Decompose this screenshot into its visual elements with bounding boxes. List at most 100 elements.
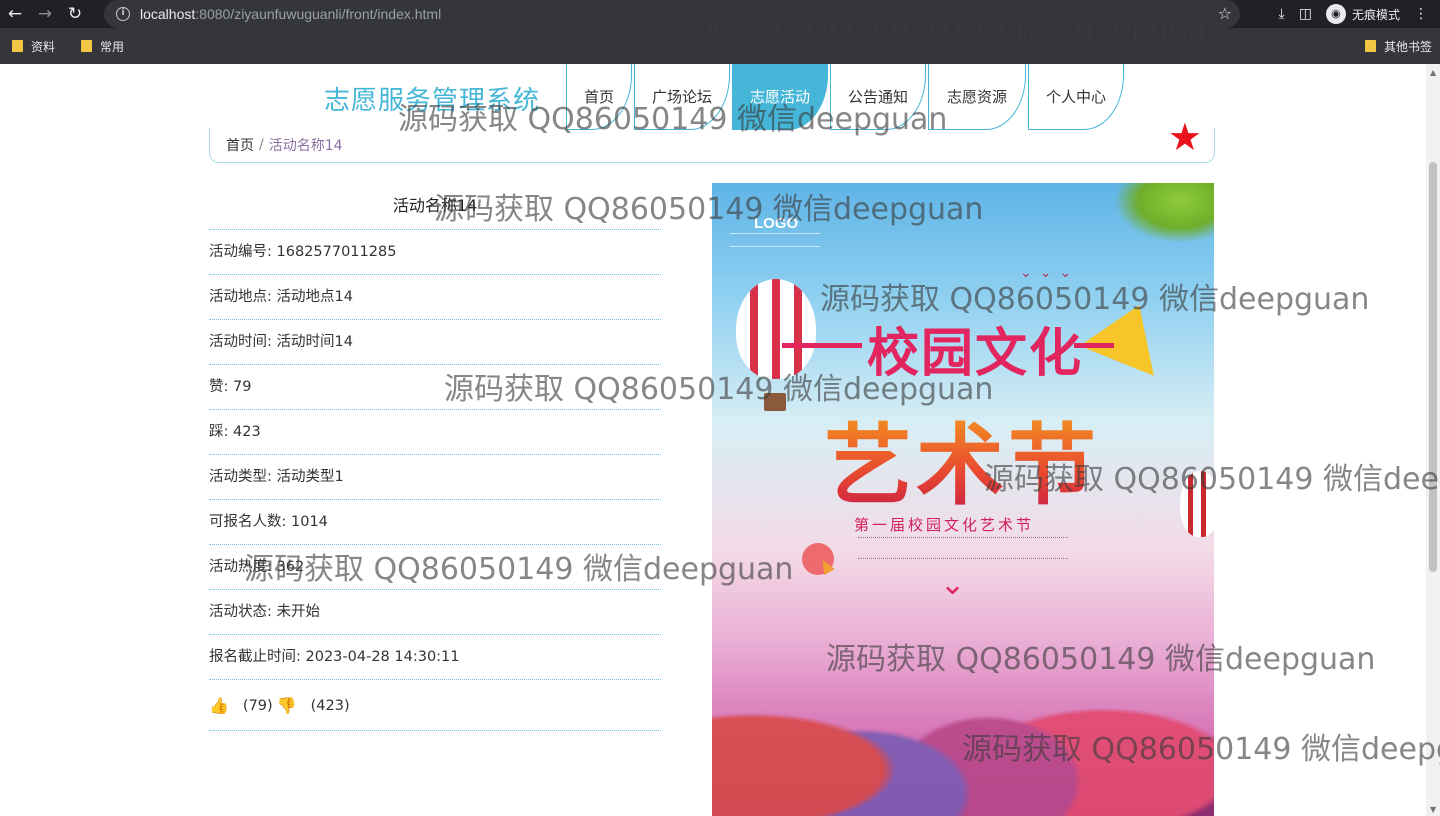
detail-row-status: 活动状态: 未开始 <box>209 590 661 635</box>
row-value: 1682577011285 <box>276 244 397 260</box>
incognito-icon: ◉ <box>1325 4 1346 24</box>
site-title: 志愿服务管理系统 <box>324 86 541 116</box>
detail-row-capacity: 可报名人数: 1014 <box>209 500 661 545</box>
detail-row-dislikes: 踩: 423 <box>209 410 661 455</box>
thumbs-down-icon[interactable]: 👎 <box>277 696 297 715</box>
poster-fineprint <box>858 537 1068 559</box>
nav-label: 个人中心 <box>1045 88 1106 106</box>
poster-headline: 校园文化 <box>867 324 1084 384</box>
detail-row-popularity: 活动热度: 362 <box>209 545 661 590</box>
url-host: localhost <box>140 6 196 22</box>
scroll-up-icon[interactable]: ▲ <box>1430 68 1436 77</box>
other-bookmarks-label: 其他书签 <box>1383 39 1432 54</box>
row-label: 活动类型 <box>209 469 267 485</box>
hot-air-balloon-graphic <box>736 279 816 379</box>
reload-icon[interactable]: ↻ <box>60 0 90 28</box>
row-label: 活动地点 <box>209 289 267 305</box>
folder-icon <box>1364 40 1376 52</box>
dancing-people-graphic <box>712 586 1214 816</box>
detail-row-type: 活动类型: 活动类型1 <box>209 455 661 500</box>
bookmark-label: 资料 <box>31 39 56 54</box>
row-value: 未开始 <box>276 604 321 620</box>
row-value: 活动类型1 <box>276 469 344 485</box>
vote-actions: 👍 (79) 👎 (423) <box>209 681 661 731</box>
scroll-thumb[interactable] <box>1429 162 1437 572</box>
detail-row-likes: 赞: 79 <box>209 365 661 410</box>
poster-line-left <box>782 343 862 348</box>
nav-label: 志愿资源 <box>946 88 1007 106</box>
row-value: 活动地点14 <box>276 289 353 305</box>
detail-row-deadline: 报名截止时间: 2023-04-28 14:30:11 <box>209 635 661 680</box>
favorite-star-icon[interactable]: ★ <box>1168 118 1202 156</box>
thumbs-up-icon[interactable]: 👍 <box>209 696 229 715</box>
scroll-down-icon[interactable]: ▼ <box>1430 805 1436 814</box>
download-icon[interactable]: ⤓ <box>1279 6 1285 22</box>
row-label: 活动编号 <box>209 244 267 260</box>
detail-row-id: 活动编号: 1682577011285 <box>209 230 661 275</box>
info-icon[interactable]: i <box>116 7 130 21</box>
folder-icon <box>12 40 23 52</box>
like-count: (79) <box>242 697 273 714</box>
row-value: 423 <box>233 424 261 440</box>
poster-subtitle: 第一届校园文化艺术节 <box>854 516 1035 534</box>
row-label: 活动时间 <box>209 334 267 350</box>
menu-icon[interactable]: ⋮ <box>1414 6 1428 22</box>
incognito-label: 无痕模式 <box>1351 7 1400 22</box>
bookmark-folder-0[interactable]: 资料 <box>12 38 55 55</box>
main-nav: 首页 广场论坛 志愿活动 公告通知 志愿资源 个人中心 <box>566 64 1126 130</box>
poster-logo-fineprint <box>730 233 820 247</box>
browser-actions: ⤓ ◫ ◉ 无痕模式 ⋮ <box>1279 0 1440 28</box>
bookmark-label: 常用 <box>100 39 125 54</box>
row-label: 报名截止时间 <box>209 649 296 665</box>
activity-poster-image: LOGO ⌄⌄⌄ 校园文化 艺术节 第一届校园文化艺术节 ⌄ <box>712 183 1214 816</box>
breadcrumb-home[interactable]: 首页 <box>226 135 254 155</box>
small-balloon-graphic <box>1180 471 1214 537</box>
address-bar[interactable]: i localhost:8080/ziyaunfuwuguanli/front/… <box>104 0 1240 28</box>
page-content: 志愿服务管理系统 首页 广场论坛 志愿活动 公告通知 志愿资源 个人中心 首页 … <box>0 64 1426 816</box>
nav-item-resources[interactable]: 志愿资源 <box>928 64 1026 130</box>
row-label: 赞 <box>209 379 224 395</box>
nav-item-profile[interactable]: 个人中心 <box>1028 64 1124 130</box>
bookmarks-bar: 资料 常用 其他书签 <box>0 28 1440 64</box>
incognito-indicator[interactable]: ◉ 无痕模式 <box>1325 4 1400 24</box>
folder-icon <box>81 40 93 52</box>
other-bookmarks[interactable]: 其他书签 <box>1364 28 1432 64</box>
birds-graphic: ⌄⌄⌄ <box>1020 265 1080 281</box>
url-path: :8080/ziyaunfuwuguanli/front/index.html <box>195 6 442 22</box>
row-label: 活动热度 <box>209 559 267 575</box>
nav-label: 广场论坛 <box>651 88 712 106</box>
row-label: 活动状态 <box>209 604 267 620</box>
detail-row-time: 活动时间: 活动时间14 <box>209 320 661 365</box>
row-value: 2023-04-28 14:30:11 <box>305 649 460 665</box>
nav-label: 公告通知 <box>847 88 908 106</box>
forward-icon[interactable]: → <box>30 0 60 28</box>
row-label: 可报名人数 <box>209 514 282 530</box>
nav-item-activities[interactable]: 志愿活动 <box>732 64 828 130</box>
nav-label: 志愿活动 <box>749 88 810 106</box>
row-value: 1014 <box>291 514 328 530</box>
poster-logo: LOGO <box>754 215 799 232</box>
breadcrumb: 首页 / 活动名称14 ★ <box>209 118 1215 163</box>
row-value: 362 <box>276 559 305 575</box>
nav-item-notices[interactable]: 公告通知 <box>830 64 926 130</box>
dislike-count: (423) <box>310 697 350 714</box>
detail-row-location: 活动地点: 活动地点14 <box>209 275 661 320</box>
bookmark-star-icon[interactable]: ☆ <box>1218 4 1232 23</box>
bookmark-folder-1[interactable]: 常用 <box>81 38 124 55</box>
breadcrumb-current: 活动名称14 <box>268 138 343 154</box>
page-scrollbar[interactable]: ▲ ▼ <box>1426 64 1440 816</box>
back-icon[interactable]: ← <box>0 0 30 28</box>
paper-plane-graphic <box>1079 290 1177 376</box>
nav-item-home[interactable]: 首页 <box>566 64 632 130</box>
breadcrumb-separator: / <box>259 137 264 153</box>
nav-label: 首页 <box>583 88 614 106</box>
leaves-graphic <box>1114 183 1214 243</box>
sidepanel-icon[interactable]: ◫ <box>1299 6 1312 22</box>
balloon-basket-graphic <box>764 393 786 411</box>
row-value: 活动时间14 <box>276 334 353 350</box>
row-label: 踩 <box>209 424 224 440</box>
poster-main-title: 艺术节 <box>824 395 1100 522</box>
nav-item-forum[interactable]: 广场论坛 <box>634 64 730 130</box>
activity-title: 活动名称14 <box>209 182 661 230</box>
browser-toolbar: ← → ↻ i localhost:8080/ziyaunfuwuguanli/… <box>0 0 1440 28</box>
